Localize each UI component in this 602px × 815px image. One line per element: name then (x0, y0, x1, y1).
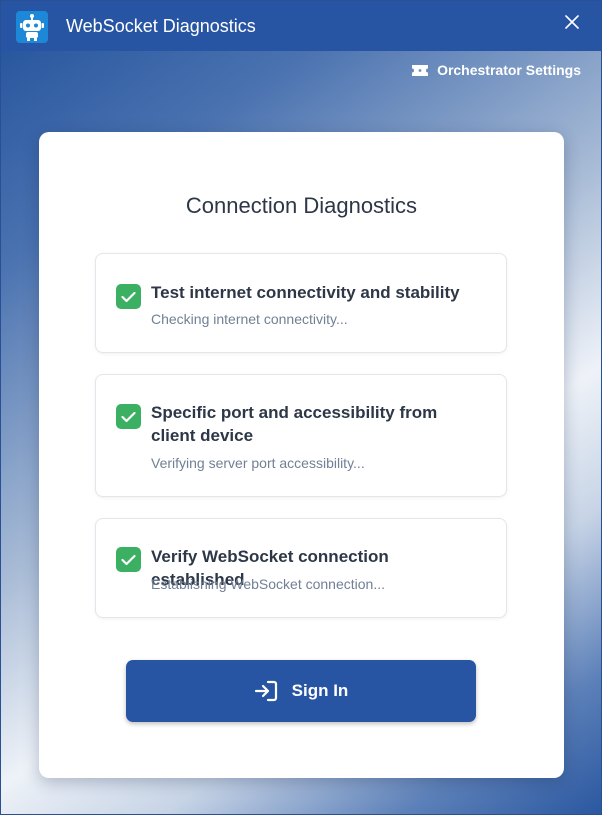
diagnostic-step: Test internet connectivity and stability… (95, 253, 507, 353)
title-bar: WebSocket Diagnostics (1, 1, 601, 51)
step-title: Test internet connectivity and stability (151, 283, 460, 302)
card-title: Connection Diagnostics (185, 193, 418, 218)
window-title: WebSocket Diagnostics (66, 16, 256, 36)
diagnostic-step: Verify WebSocket connection established … (95, 518, 507, 618)
sign-in-label: Sign In (291, 681, 349, 700)
check-icon (116, 547, 141, 572)
app-window: WebSocket Diagnostics Orchestrator Setti… (0, 0, 602, 815)
step-subtitle: Establishing WebSocket connection... (151, 576, 385, 592)
login-arrow-icon (254, 680, 277, 702)
ticket-icon (412, 64, 429, 76)
step-subtitle: Checking internet connectivity... (151, 311, 348, 327)
orchestrator-settings-link[interactable]: Orchestrator Settings (411, 62, 581, 78)
close-button[interactable] (559, 9, 585, 35)
step-subtitle: Verifying server port accessibility... (151, 455, 365, 471)
check-icon (116, 404, 141, 429)
orchestrator-settings-label: Orchestrator Settings (437, 62, 581, 78)
step-title: Specific port and accessibility from cli… (151, 403, 438, 445)
robot-icon (16, 11, 48, 43)
close-icon (565, 15, 579, 29)
diagnostics-card: Connection Diagnostics Test internet con… (39, 132, 564, 778)
diagnostic-step: Specific port and accessibility from cli… (95, 374, 507, 497)
sign-in-button[interactable]: Sign In (126, 660, 476, 722)
check-icon (116, 284, 141, 309)
